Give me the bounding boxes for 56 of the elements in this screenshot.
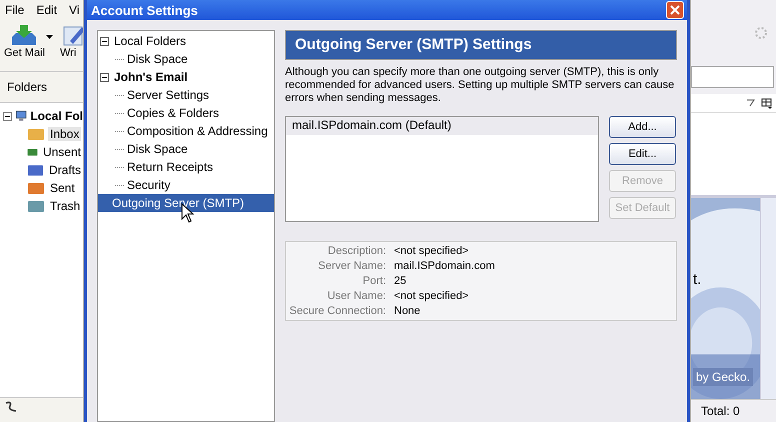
menu-item[interactable]: Vi xyxy=(69,2,80,16)
tree-item[interactable]: Local Folders xyxy=(112,32,188,50)
inbox-tray-icon xyxy=(10,23,38,47)
detail-value: <not specified> xyxy=(394,290,470,302)
folders-header: Folders xyxy=(0,72,83,103)
close-button[interactable] xyxy=(666,1,684,19)
folder-icon xyxy=(27,126,45,142)
tree-item[interactable]: Outgoing Server (SMTP) xyxy=(98,194,274,212)
folder-icon xyxy=(27,198,45,214)
dropdown-caret-icon xyxy=(46,35,53,39)
menu-item[interactable]: Edit xyxy=(36,2,58,16)
menu-item[interactable]: File xyxy=(5,2,24,16)
tree-item[interactable]: Security xyxy=(125,176,172,194)
detail-value: None xyxy=(394,305,422,317)
detail-label: Secure Connection: xyxy=(288,305,386,317)
section-heading: Outgoing Server (SMTP) Settings xyxy=(285,30,677,60)
folder-item[interactable]: Inbox xyxy=(48,127,82,141)
collapse-icon[interactable] xyxy=(100,72,109,82)
scrollbar[interactable] xyxy=(760,198,776,399)
detail-label: Description: xyxy=(326,245,386,257)
folder-item[interactable]: Local Fol xyxy=(30,109,83,123)
tree-item[interactable]: Disk Space xyxy=(125,50,190,68)
close-icon xyxy=(670,5,680,15)
toolbar-button[interactable]: Get Mail xyxy=(2,19,54,71)
content-text: t. xyxy=(693,271,702,288)
dialog-button[interactable]: Edit... xyxy=(609,143,676,165)
search-field[interactable] xyxy=(691,66,774,88)
folder-item[interactable]: Sent xyxy=(48,181,77,195)
detail-value: mail.ISPdomain.com xyxy=(394,260,496,272)
collapse-icon[interactable] xyxy=(3,112,12,120)
collapse-icon[interactable] xyxy=(100,36,109,46)
tree-item[interactable]: Disk Space xyxy=(125,140,190,158)
window-title: Account Settings xyxy=(91,2,198,18)
detail-label: Server Name: xyxy=(317,260,386,272)
detail-label: User Name: xyxy=(326,290,386,302)
tree-item[interactable]: Copies & Folders xyxy=(125,104,222,122)
detail-value: 25 xyxy=(394,275,408,287)
tree-item[interactable]: Return Receipts xyxy=(125,158,216,176)
folder-item[interactable]: Trash xyxy=(48,199,82,213)
tree-item[interactable]: Composition & Addressing xyxy=(125,122,270,140)
column-picker-icon[interactable] xyxy=(761,98,773,108)
dialog-button[interactable]: Add... xyxy=(609,116,676,138)
status-text: Total: 0 xyxy=(701,404,740,418)
tree-item[interactable]: Server Settings xyxy=(125,86,212,104)
description-text: Although you can specify more than one outgoing server (SMTP), this is only recommended for advanced users. Setting up multiple SMTP servers can cause errors when sending messages. xyxy=(285,66,676,105)
folder-item[interactable]: Unsent xyxy=(40,145,83,159)
tree-item[interactable]: John's Email xyxy=(112,68,190,86)
banner-text: by Gecko. xyxy=(693,368,754,386)
folder-icon xyxy=(27,180,45,196)
toolbar-button[interactable]: Wri xyxy=(58,19,83,71)
detail-label: Port: xyxy=(362,275,386,287)
throbber-icon xyxy=(754,26,768,40)
computer-icon xyxy=(15,108,28,124)
folder-item[interactable]: Drafts xyxy=(46,163,83,177)
server-item[interactable]: mail.ISPdomain.com (Default) xyxy=(286,117,598,135)
detail-value: <not specified> xyxy=(394,245,470,257)
